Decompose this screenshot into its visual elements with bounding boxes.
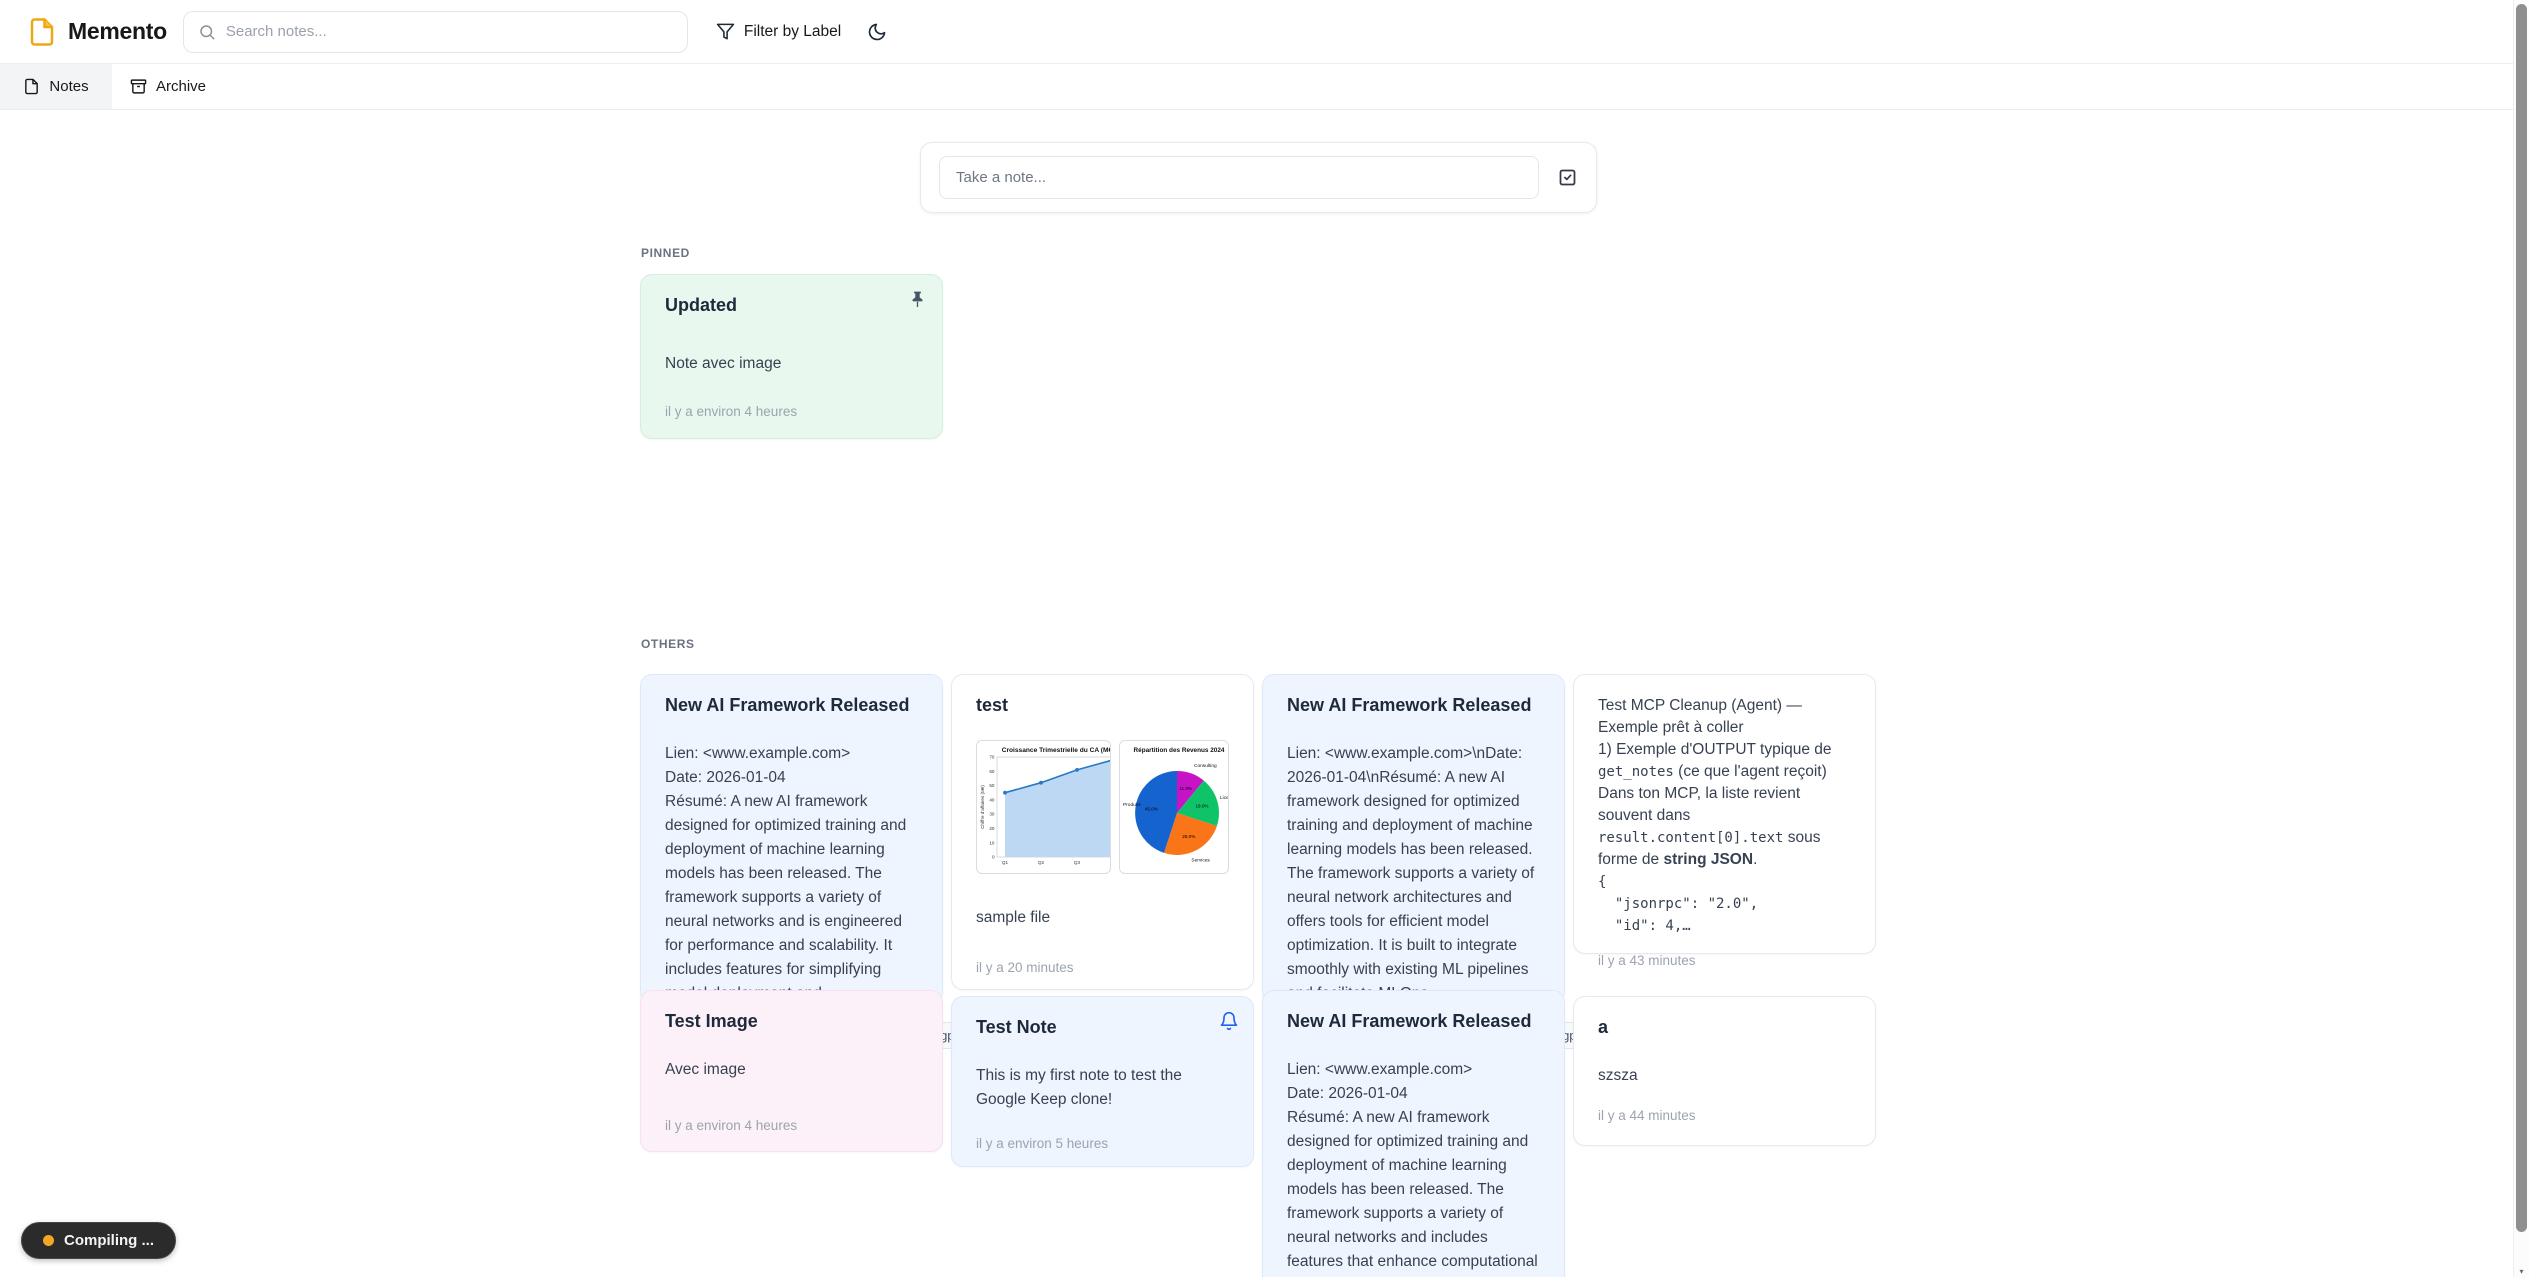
svg-text:25.0%: 25.0% — [1183, 834, 1196, 839]
note-body: Lien: <www.example.com> Date: 2026-01-04… — [665, 742, 918, 1006]
code-block: { "jsonrpc": "2.0", "id": 4,… — [1598, 871, 1851, 937]
note-card-test-image[interactable]: Test Image Avec image il y a environ 4 h… — [640, 990, 943, 1152]
note-title: Test Note — [976, 1017, 1229, 1038]
note-card-ai-framework-3[interactable]: New AI Framework Released Lien: <www.exa… — [1262, 990, 1565, 1277]
svg-text:Q2: Q2 — [1038, 860, 1045, 865]
note-body: Note avec image — [665, 352, 918, 376]
svg-text:19.0%: 19.0% — [1196, 803, 1209, 808]
search-icon — [198, 23, 216, 41]
svg-text:50: 50 — [989, 783, 995, 788]
note-card-ai-framework-1[interactable]: New AI Framework Released Lien: <www.exa… — [640, 674, 943, 1004]
note-card-test-note[interactable]: Test Note This is my first note to test … — [951, 996, 1254, 1167]
note-composer — [920, 142, 1597, 213]
svg-text:10: 10 — [989, 840, 995, 845]
note-body: Lien: <www.example.com>\nDate: 2026-01-0… — [1287, 742, 1540, 1006]
note-card-test[interactable]: test Croissance Trimestrielle du CA (M€)… — [951, 674, 1254, 990]
note-body: Test MCP Cleanup (Agent) — Exemple prêt … — [1598, 695, 1851, 871]
note-title: New AI Framework Released — [1287, 1011, 1540, 1032]
svg-text:20: 20 — [989, 826, 995, 831]
note-card-a[interactable]: a szsza il y a 44 minutes — [1573, 996, 1876, 1146]
note-card-updated[interactable]: Updated Note avec image il y a environ 4… — [640, 274, 943, 439]
svg-text:Q4: Q4 — [1110, 860, 1112, 865]
compiling-status-badge: Compiling ... — [21, 1222, 176, 1259]
note-timestamp: il y a environ 4 heures — [665, 1118, 918, 1133]
svg-text:Consulting: Consulting — [1194, 763, 1217, 769]
app-header: Memento Filter by Label — [0, 0, 2529, 64]
pinned-section-label: PINNED — [641, 246, 690, 260]
note-body: Avec image — [665, 1058, 918, 1082]
svg-text:Services: Services — [1192, 858, 1211, 864]
note-attachments: Croissance Trimestrielle du CA (M€) 0 10… — [976, 740, 1229, 874]
note-title: Updated — [665, 295, 918, 316]
inline-code: get_notes — [1598, 764, 1674, 780]
note-timestamp: il y a 43 minutes — [1598, 953, 1851, 968]
add-checklist-button[interactable] — [1557, 167, 1578, 188]
svg-text:70: 70 — [989, 755, 995, 760]
tab-notes-label: Notes — [49, 78, 88, 95]
line-chart-thumbnail[interactable]: Croissance Trimestrielle du CA (M€) 0 10… — [976, 740, 1111, 874]
notes-page: PINNED Updated Note avec image il y a en… — [0, 110, 2529, 1277]
others-section-label: OTHERS — [641, 637, 695, 651]
svg-text:Croissance Trimestrielle du CA: Croissance Trimestrielle du CA (M€) — [1002, 747, 1112, 754]
app-logo-icon — [27, 17, 57, 47]
status-dot-icon — [43, 1235, 54, 1246]
tab-archive[interactable]: Archive — [112, 64, 224, 109]
archive-icon — [130, 78, 147, 95]
svg-text:Q1: Q1 — [1002, 860, 1009, 865]
tab-notes[interactable]: Notes — [0, 64, 112, 109]
search-box[interactable] — [183, 11, 688, 53]
note-title: New AI Framework Released — [665, 695, 918, 716]
note-title: test — [976, 695, 1229, 716]
svg-text:0: 0 — [992, 855, 995, 860]
note-timestamp: il y a environ 4 heures — [665, 404, 918, 419]
note-body: szsza — [1598, 1064, 1851, 1088]
svg-text:Chiffre d'affaires (M€): Chiffre d'affaires (M€) — [980, 785, 985, 829]
filter-by-label-button[interactable]: Filter by Label — [716, 22, 841, 41]
note-title: a — [1598, 1017, 1851, 1038]
file-icon — [23, 78, 40, 95]
vertical-scrollbar[interactable]: ▾ — [2513, 0, 2529, 1277]
note-body: This is my first note to test the Google… — [976, 1064, 1229, 1112]
scroll-down-arrow[interactable]: ▾ — [2517, 1269, 2526, 1275]
tab-bar: Notes Archive — [0, 64, 2529, 110]
svg-text:60: 60 — [989, 769, 995, 774]
note-title: Test Image — [665, 1011, 918, 1032]
app-title: Memento — [68, 18, 167, 45]
note-body: Lien: <www.example.com> Date: 2026-01-04… — [1287, 1058, 1540, 1277]
note-body: sample file — [976, 906, 1229, 930]
note-timestamp: il y a environ 5 heures — [976, 1136, 1229, 1151]
search-input[interactable] — [226, 23, 673, 40]
svg-text:11.0%: 11.0% — [1180, 786, 1193, 791]
svg-text:Répartition des Revenus 2024: Répartition des Revenus 2024 — [1134, 747, 1225, 754]
note-timestamp: il y a 20 minutes — [976, 960, 1229, 975]
note-card-ai-framework-2[interactable]: New AI Framework Released Lien: <www.exa… — [1262, 674, 1565, 1004]
inline-code: result.content[0].text — [1598, 830, 1783, 846]
svg-text:40: 40 — [989, 798, 995, 803]
svg-text:Q3: Q3 — [1074, 860, 1081, 865]
pin-icon[interactable] — [907, 289, 928, 310]
note-card-test-mcp[interactable]: Test MCP Cleanup (Agent) — Exemple prêt … — [1573, 674, 1876, 954]
note-timestamp: il y a 44 minutes — [1598, 1108, 1851, 1123]
bell-icon[interactable] — [1219, 1011, 1239, 1031]
note-title: New AI Framework Released — [1287, 695, 1540, 716]
moon-icon — [867, 22, 887, 42]
theme-toggle-button[interactable] — [867, 22, 887, 42]
compiling-status-text: Compiling ... — [64, 1232, 154, 1249]
take-a-note-input[interactable] — [939, 156, 1539, 199]
checkbox-icon — [1557, 167, 1578, 188]
svg-text:Produits: Produits — [1123, 802, 1141, 808]
svg-text:Licences: Licences — [1220, 795, 1229, 801]
filter-by-label-text: Filter by Label — [744, 23, 841, 41]
scrollbar-thumb[interactable] — [2516, 4, 2527, 1232]
funnel-icon — [716, 22, 735, 41]
tab-archive-label: Archive — [156, 78, 206, 95]
svg-text:30: 30 — [989, 812, 995, 817]
svg-text:45.0%: 45.0% — [1145, 807, 1158, 812]
pie-chart-thumbnail[interactable]: Répartition des Revenus 2024 45.0% 25.0%… — [1119, 740, 1229, 874]
